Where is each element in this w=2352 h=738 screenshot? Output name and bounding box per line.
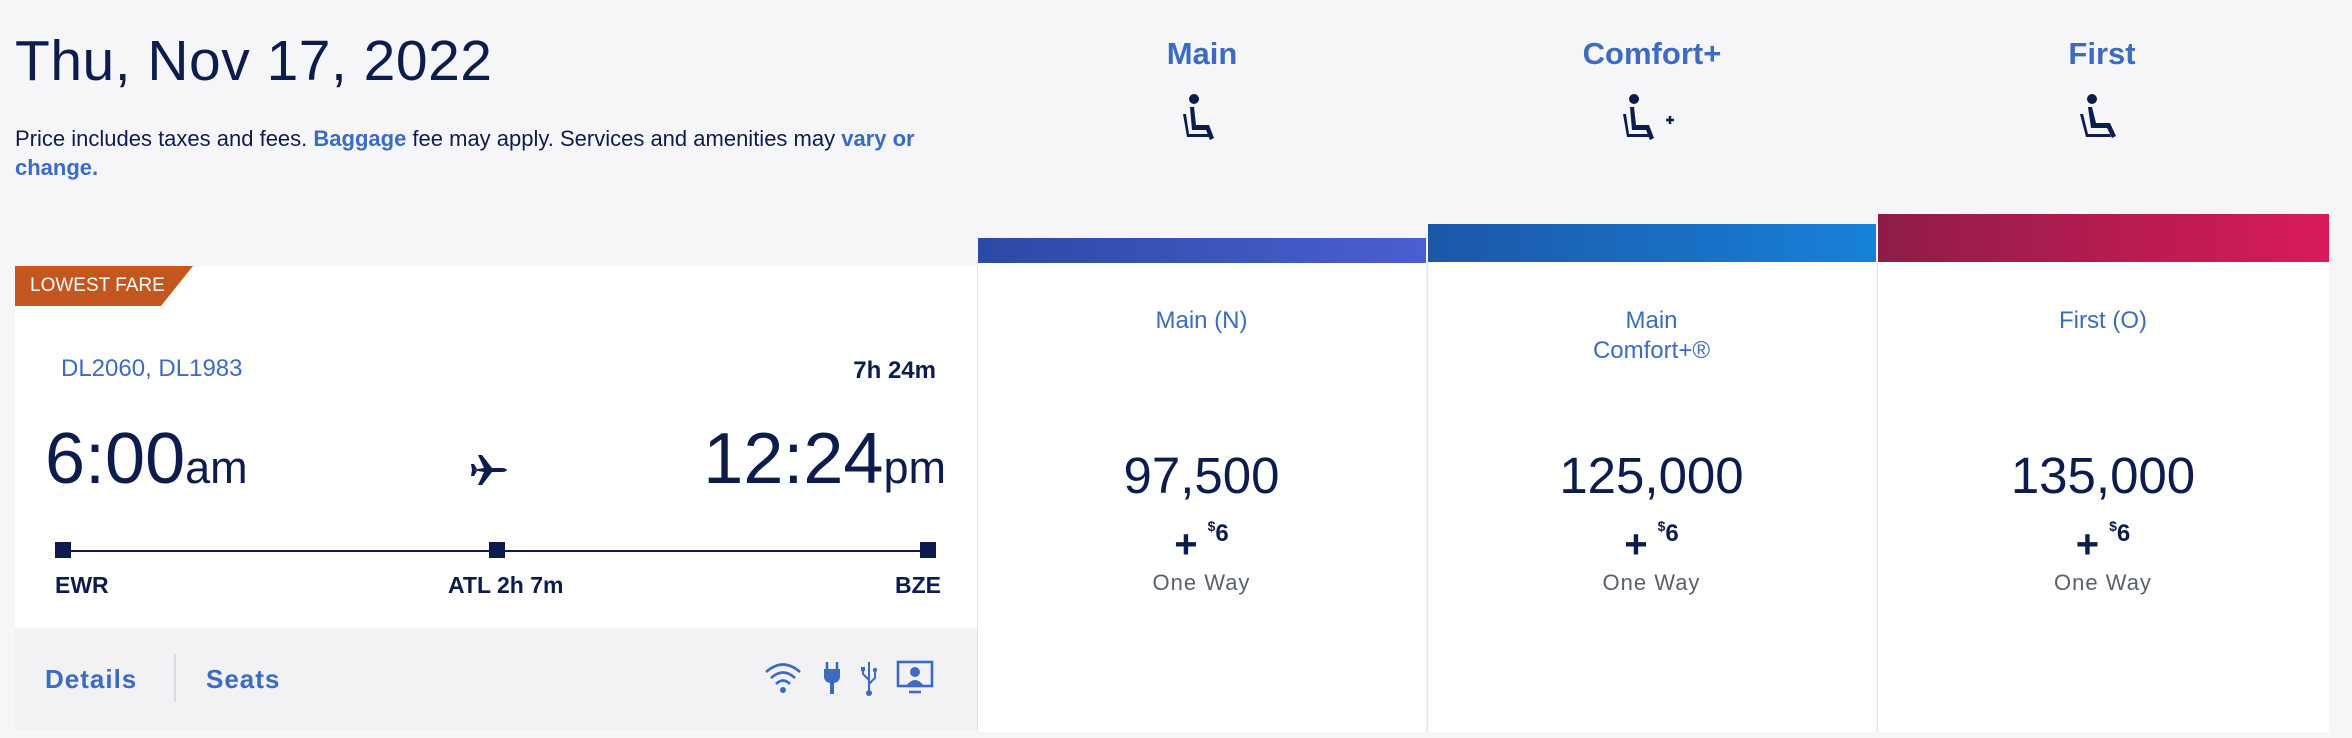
seats-link[interactable]: Seats	[206, 664, 280, 695]
flight-numbers: DL2060, DL1983	[61, 355, 243, 383]
cabin-label-first: First	[2068, 36, 2136, 71]
departure-ampm: am	[185, 442, 248, 493]
wifi-icon	[763, 660, 803, 699]
fare-fee-comfort: + $6	[1427, 518, 1876, 567]
layover-marker	[489, 542, 505, 558]
fare-trip-first: One Way	[2054, 570, 2152, 595]
destination-marker	[920, 542, 936, 558]
seat-plus-icon	[1622, 94, 1682, 144]
fare-trip-comfort: One Way	[1602, 570, 1701, 595]
arrival-time: 12:24pm	[703, 418, 946, 500]
fare-fee-main: + $6	[977, 518, 1426, 567]
arrival-time-value: 12:24	[703, 419, 884, 499]
cabin-header-first: First	[1952, 36, 2252, 149]
flight-number-1[interactable]: DL2060	[61, 355, 145, 382]
fare-title-comfort-line2: Comfort+®	[1592, 337, 1711, 364]
origin-marker	[55, 542, 71, 558]
fare-bar-main	[978, 238, 1426, 263]
fee-amount: 6	[1665, 520, 1679, 547]
entertainment-icon	[896, 660, 934, 699]
fare-miles-comfort: 125,000	[1559, 447, 1744, 504]
fare-miles-first: 135,000	[2010, 447, 2196, 504]
currency-symbol: $	[2109, 518, 2117, 534]
cabin-header-main: Main	[1052, 36, 1352, 149]
usb-icon	[860, 660, 878, 701]
fare-title-first: First (O)	[2059, 307, 2147, 334]
fare-title-main: Main (N)	[1155, 307, 1248, 334]
fare-bar-comfort	[1428, 224, 1876, 262]
price-note-text: Price includes taxes and fees.	[15, 126, 314, 151]
fare-title-comfort: Main Comfort+®	[1427, 306, 1876, 366]
flight-number-2[interactable]: DL1983	[158, 355, 242, 382]
seat-icon	[1182, 94, 1222, 144]
fare-fee-first: + $6	[1877, 518, 2329, 567]
fare-bar-first	[1878, 214, 2329, 262]
fare-title-comfort-line1: Main	[1625, 307, 1678, 334]
destination-airport: BZE	[895, 572, 941, 598]
details-link[interactable]: Details	[45, 664, 137, 695]
airplane-icon	[470, 452, 508, 493]
cabin-label-comfort: Comfort+	[1582, 36, 1722, 71]
fare-miles-main: 97,500	[1123, 447, 1280, 504]
page-title: Thu, Nov 17, 2022	[15, 29, 493, 93]
arrival-ampm: pm	[883, 442, 946, 493]
price-note: Price includes taxes and fees. Baggage f…	[15, 124, 945, 182]
baggage-link[interactable]: Baggage	[313, 126, 406, 151]
departure-time-value: 6:00	[45, 419, 186, 499]
layover-airport: ATL 2h 7m	[448, 572, 564, 598]
fee-amount: 6	[2116, 520, 2131, 547]
plus-sign: +	[1624, 522, 1648, 567]
price-note-text-2: fee may apply. Services and amenities ma…	[406, 126, 842, 151]
flight-duration: 7h 24m	[853, 357, 936, 384]
plus-sign: +	[2075, 522, 2100, 567]
power-icon	[822, 660, 842, 701]
seat-icon	[2080, 94, 2124, 144]
departure-time: 6:00am	[45, 418, 248, 500]
plus-sign: +	[1174, 522, 1198, 567]
cabin-label-main: Main	[1166, 36, 1238, 71]
footer-divider	[174, 654, 176, 702]
origin-airport: EWR	[55, 572, 109, 598]
flight-number-separator: ,	[145, 355, 159, 382]
cabin-header-comfort: Comfort+	[1502, 36, 1802, 149]
fare-trip-main: One Way	[1152, 570, 1251, 595]
fee-amount: 6	[1215, 520, 1229, 547]
